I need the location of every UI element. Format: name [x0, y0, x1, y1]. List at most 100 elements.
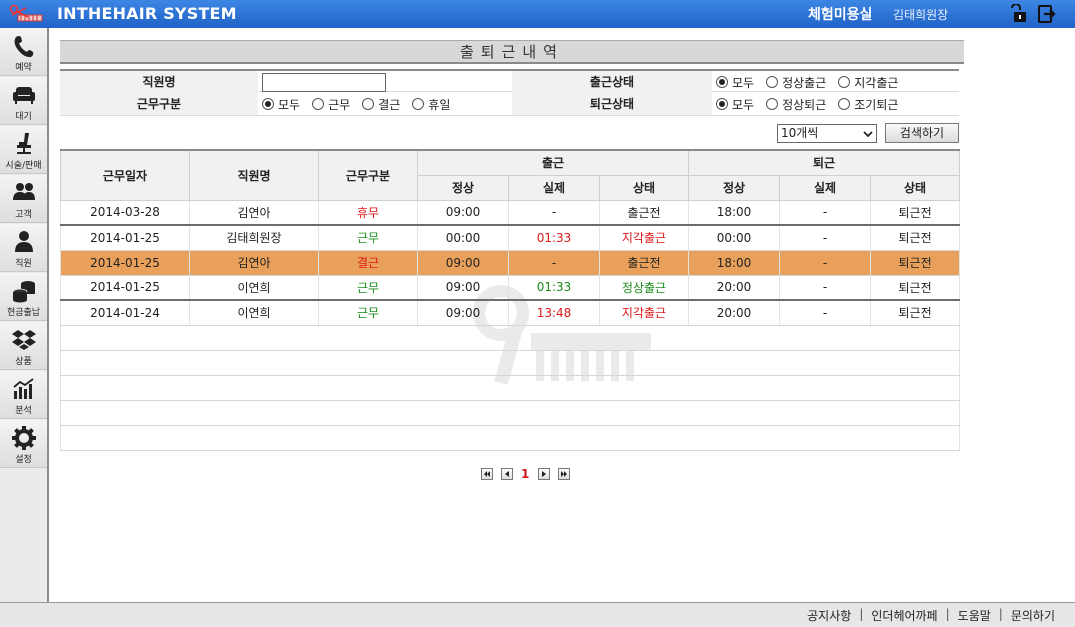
checkin-radio-all[interactable]: 모두 — [716, 74, 754, 91]
logout-icon[interactable] — [1037, 4, 1057, 24]
header-checkout: 퇴근 — [688, 149, 961, 176]
first-page-button[interactable] — [481, 468, 493, 480]
cell-name: 이연희 — [189, 275, 319, 301]
user-name: 김태희원장 — [893, 8, 949, 22]
main-content: 출퇴근내역 직원명 출근상태 모두 정상출근 지각출근 근무구분 모두 근무 결… — [49, 28, 1075, 602]
top-bar: INTHEHAIR SYSTEM 체험미용실 김태희원장 — [0, 0, 1075, 28]
header-checkout-status: 상태 — [870, 174, 961, 201]
cell-name: 김태희원장 — [189, 225, 319, 251]
radio-label: 근무 — [328, 97, 351, 112]
phone-icon — [14, 36, 33, 58]
header-checkin-status: 상태 — [598, 174, 690, 201]
cell-out-actual: - — [779, 300, 872, 326]
radio-label: 모두 — [732, 97, 755, 112]
cell-date: 2014-01-25 — [60, 225, 190, 251]
last-page-button[interactable] — [558, 468, 571, 480]
empty-cell — [59, 375, 961, 401]
work-type-radio-all[interactable]: 모두 — [262, 96, 300, 113]
checkin-status-radio-group: 모두 정상출근 지각출근 — [716, 71, 910, 93]
cell-in-scheduled: 09:00 — [417, 200, 509, 226]
checkout-radio-all[interactable]: 모두 — [716, 96, 754, 113]
checkout-radio-early[interactable]: 조기퇴근 — [838, 96, 898, 113]
checkin-radio-normal[interactable]: 정상출근 — [766, 74, 826, 91]
sidebar-item-cash[interactable]: 현금출납 — [0, 273, 47, 321]
checkout-radio-normal[interactable]: 정상퇴근 — [766, 96, 826, 113]
attendance-table: 근무일자 직원명 근무구분 출근 퇴근 정상 실제 상태 정상 실제 상태 20… — [59, 149, 961, 451]
footer-link-notice[interactable]: 공지사항 — [807, 607, 851, 624]
checkin-radio-late[interactable]: 지각출근 — [838, 74, 898, 91]
prev-page-button[interactable] — [501, 468, 513, 480]
current-page[interactable]: 1 — [521, 467, 529, 481]
staff-icon — [14, 231, 33, 252]
sidebar-item-label: 고객 — [15, 210, 32, 220]
table-row[interactable]: 2014-01-24 이연희 근무 09:00 13:48 지각출근 20:00… — [60, 300, 961, 326]
footer-links: 공지사항 | 인더헤어까페 | 도움말 | 문의하기 — [807, 607, 1055, 624]
search-button[interactable]: 검색하기 — [885, 123, 959, 143]
cell-in-scheduled: 09:00 — [417, 300, 509, 326]
header-checkout-scheduled: 정상 — [688, 174, 781, 201]
cell-name: 김연아 — [189, 200, 319, 226]
table-row-selected[interactable]: 2014-01-25 김연아 결근 09:00 - 출근전 18:00 - 퇴근… — [60, 250, 961, 276]
sidebar-item-customers[interactable]: 고객 — [0, 175, 47, 223]
analytics-icon — [12, 378, 34, 399]
sidebar-item-analytics[interactable]: 분석 — [0, 371, 47, 419]
work-type-radio-group: 모두 근무 결근 휴일 — [262, 93, 462, 115]
employee-name-input[interactable] — [262, 73, 386, 92]
filter-row: 직원명 출근상태 모두 정상출근 지각출근 — [60, 69, 959, 93]
employee-name-label: 직원명 — [60, 71, 258, 93]
sidebar-item-settings[interactable]: 설정 — [0, 420, 47, 468]
table-row[interactable]: 2014-03-28 김연아 휴무 09:00 - 출근전 18:00 - 퇴근… — [60, 200, 961, 226]
table-row[interactable]: 2014-01-25 이연희 근무 09:00 01:33 정상출근 20:00… — [60, 275, 961, 301]
cell-in-scheduled: 00:00 — [417, 225, 509, 251]
page-size-select[interactable]: 10개씩 — [777, 124, 877, 143]
sidebar-item-staff[interactable]: 직원 — [0, 224, 47, 272]
cell-out-scheduled: 18:00 — [688, 200, 781, 226]
table-row[interactable]: 2014-01-25 김태희원장 근무 00:00 01:33 지각출근 00:… — [60, 225, 961, 251]
sidebar-item-waiting[interactable]: 대기 — [0, 77, 47, 125]
coins-icon — [12, 281, 35, 303]
footer-link-help[interactable]: 도움말 — [958, 607, 991, 624]
empty-cell — [59, 350, 961, 376]
cell-in-actual: - — [508, 200, 600, 226]
page-title: 출퇴근내역 — [60, 40, 964, 64]
footer-link-inquiry[interactable]: 문의하기 — [1011, 607, 1055, 624]
radio-button[interactable] — [838, 76, 851, 88]
cell-out-actual: - — [779, 275, 872, 301]
header-name: 직원명 — [189, 149, 319, 201]
radio-button[interactable] — [838, 98, 851, 110]
cell-in-status: 출근전 — [598, 200, 690, 226]
footer-link-cafe[interactable]: 인더헤어까페 — [871, 607, 937, 624]
radio-button[interactable] — [312, 98, 325, 110]
app-title: INTHEHAIR SYSTEM — [57, 4, 237, 23]
cell-out-actual: - — [779, 250, 872, 276]
header-work-type: 근무구분 — [318, 149, 418, 201]
work-type-radio-holiday[interactable]: 휴일 — [412, 96, 450, 113]
footer: 공지사항 | 인더헤어까페 | 도움말 | 문의하기 — [0, 602, 1075, 627]
sidebar-item-reservation[interactable]: 예약 — [0, 28, 47, 76]
radio-button[interactable] — [716, 76, 728, 88]
checkin-status-label: 출근상태 — [512, 71, 712, 93]
sidebar-item-products[interactable]: 상품 — [0, 322, 47, 370]
cell-date: 2014-01-25 — [60, 275, 190, 301]
cell-out-status: 퇴근전 — [870, 225, 961, 251]
radio-label: 정상퇴근 — [782, 97, 827, 112]
next-page-button[interactable] — [538, 468, 551, 480]
radio-button[interactable] — [362, 98, 375, 110]
sidebar-item-label: 직원 — [15, 259, 32, 269]
header-checkout-actual: 실제 — [779, 174, 872, 201]
header-checkin-scheduled: 정상 — [417, 174, 509, 201]
radio-button[interactable] — [766, 76, 779, 88]
work-type-radio-absent[interactable]: 결근 — [362, 96, 400, 113]
radio-button[interactable] — [766, 98, 779, 110]
radio-button[interactable] — [716, 98, 728, 110]
radio-button[interactable] — [412, 98, 425, 110]
radio-label: 모두 — [732, 75, 755, 90]
radio-label: 정상출근 — [782, 75, 827, 90]
sidebar-item-service-sales[interactable]: 시술/판매 — [0, 126, 47, 174]
pagination: 1 — [481, 467, 578, 481]
radio-button[interactable] — [262, 98, 274, 110]
unlock-icon[interactable] — [1008, 4, 1028, 24]
work-type-radio-work[interactable]: 근무 — [312, 96, 350, 113]
empty-cell — [59, 425, 961, 451]
empty-row — [59, 400, 961, 426]
